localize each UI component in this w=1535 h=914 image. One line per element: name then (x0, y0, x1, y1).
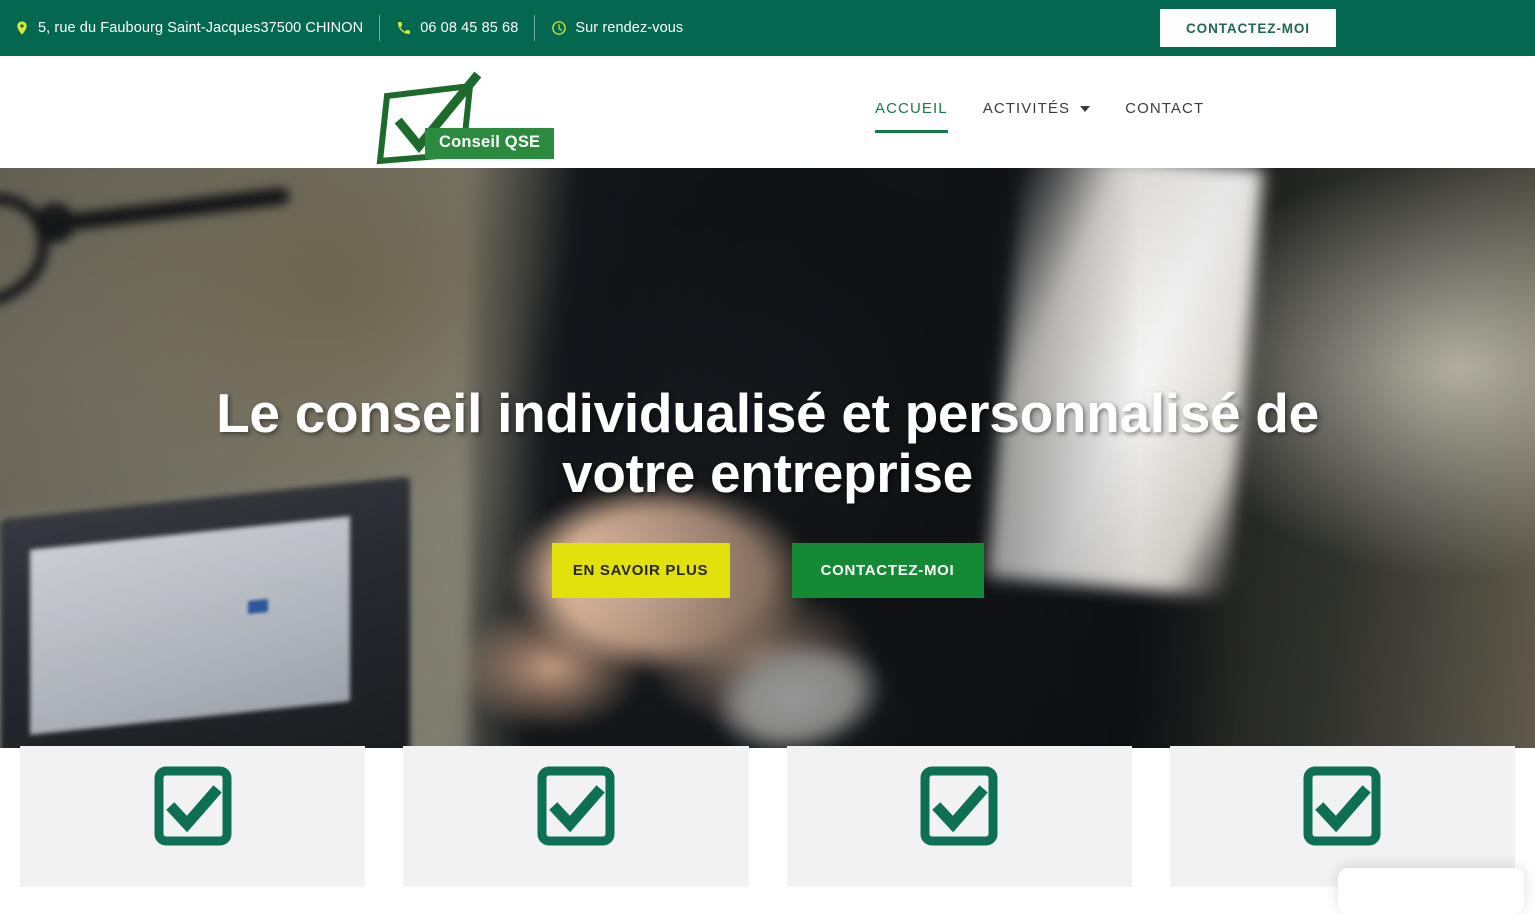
feature-card[interactable] (20, 746, 366, 887)
topbar-address-text: 5, rue du Faubourg Saint-Jacques37500 CH… (38, 20, 364, 36)
checkbox-check-icon (154, 766, 232, 846)
location-pin-icon (14, 20, 30, 36)
topbar-divider-2 (534, 15, 536, 41)
topbar-info-group: 5, rue du Faubourg Saint-Jacques37500 CH… (0, 15, 683, 41)
nav-item-activites-label: ACTIVITÉS (982, 100, 1071, 117)
nav-item-accueil-label: ACCUEIL (875, 100, 948, 117)
hero-section: Le conseil individualisé et personnalisé… (0, 168, 1535, 748)
checkbox-check-icon (537, 766, 615, 846)
feature-card[interactable] (1169, 746, 1515, 887)
site-logo[interactable]: Conseil QSE (375, 66, 555, 165)
topbar-address[interactable]: 5, rue du Faubourg Saint-Jacques37500 CH… (14, 20, 363, 36)
hero-contactez-moi-button[interactable]: CONTACTEZ-MOI (791, 543, 984, 598)
topbar-hours: Sur rendez-vous (551, 20, 683, 36)
hero-button-group: EN SAVOIR PLUS CONTACTEZ-MOI (0, 543, 1535, 598)
topbar-divider-1 (379, 15, 381, 41)
feature-card[interactable] (786, 746, 1132, 887)
hero-content: Le conseil individualisé et personnalisé… (0, 383, 1535, 598)
site-header: Conseil QSE ACCUEIL ACTIVITÉS CONTACT (0, 56, 1535, 168)
feature-card[interactable] (403, 746, 749, 887)
main-navigation: ACCUEIL ACTIVITÉS CONTACT (875, 100, 1204, 133)
nav-item-contact-label: CONTACT (1125, 100, 1205, 117)
topbar-phone[interactable]: 06 08 45 85 68 (396, 20, 518, 36)
phone-icon (396, 20, 412, 36)
checkbox-check-icon (1303, 766, 1381, 846)
chat-widget[interactable] (1338, 868, 1524, 914)
nav-item-accueil[interactable]: ACCUEIL (875, 100, 948, 133)
checkbox-check-icon (920, 766, 998, 846)
top-contact-bar: 5, rue du Faubourg Saint-Jacques37500 CH… (0, 0, 1535, 56)
chevron-down-icon (1080, 105, 1091, 112)
nav-item-contact[interactable]: CONTACT (1125, 100, 1204, 133)
clock-icon (551, 20, 567, 36)
en-savoir-plus-button[interactable]: EN SAVOIR PLUS (551, 543, 730, 598)
logo-badge-text: Conseil QSE (425, 128, 555, 159)
nav-item-activites[interactable]: ACTIVITÉS (982, 100, 1091, 133)
topbar-contact-button[interactable]: CONTACTEZ-MOI (1160, 9, 1336, 47)
hero-title: Le conseil individualisé et personnalisé… (216, 382, 1319, 504)
topbar-phone-text: 06 08 45 85 68 (420, 20, 519, 36)
topbar-hours-text: Sur rendez-vous (575, 20, 684, 36)
feature-card-row (20, 746, 1515, 887)
